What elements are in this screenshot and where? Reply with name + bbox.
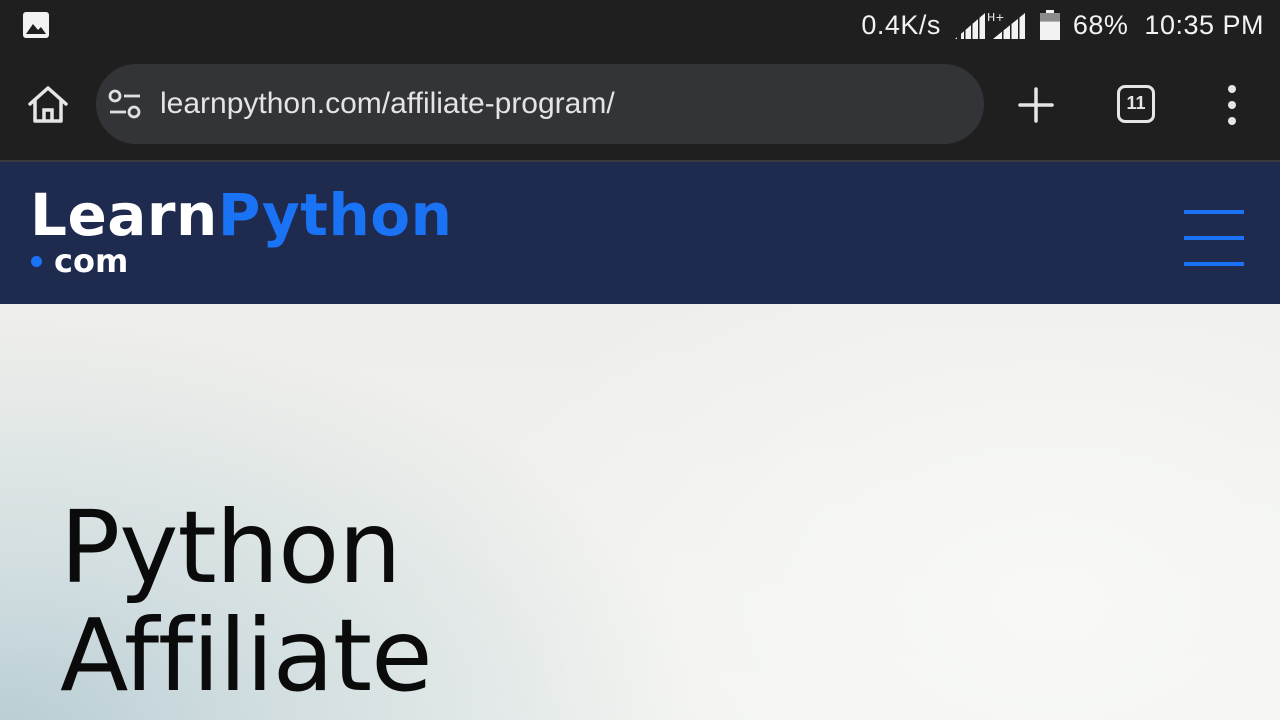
site-header: LearnPython com — [0, 162, 1280, 304]
hamburger-icon[interactable] — [1184, 210, 1244, 268]
home-icon[interactable] — [26, 83, 70, 127]
site-settings-icon[interactable] — [108, 86, 142, 122]
logo-dot — [31, 255, 42, 267]
url-bar[interactable]: learnpython.com/affiliate-program/ — [96, 64, 984, 144]
signal-icon: H+ — [954, 11, 1025, 39]
battery-percent: 68% — [1072, 9, 1129, 40]
hero-section: Python Affiliate — [0, 304, 1280, 720]
learnpython-logo[interactable]: LearnPython com — [30, 182, 452, 280]
browser-toolbar: learnpython.com/affiliate-program/ 11 — [0, 50, 1280, 162]
status-bar: 0.4K/s H+ 68% 10:35 PM — [0, 0, 1280, 50]
clock: 10:35 PM — [1144, 9, 1264, 40]
page-title: Python Affiliate — [60, 489, 433, 714]
logo-learn: Learn — [30, 181, 218, 249]
new-tab-plus-icon[interactable] — [1016, 83, 1056, 127]
url-text[interactable]: learnpython.com/affiliate-program/ — [160, 64, 615, 144]
more-menu-icon[interactable] — [1222, 84, 1242, 126]
network-speed: 0.4K/s — [861, 9, 941, 40]
logo-com: com — [54, 242, 129, 280]
title-line-2: Affiliate — [60, 597, 433, 714]
gallery-icon — [23, 12, 49, 38]
tabs-icon[interactable]: 11 — [1117, 85, 1155, 123]
tab-count: 11 — [1126, 93, 1146, 113]
logo-python: Python — [217, 181, 453, 249]
battery-icon — [1039, 10, 1060, 40]
title-line-1: Python — [60, 489, 402, 606]
network-type: H+ — [987, 11, 1005, 24]
